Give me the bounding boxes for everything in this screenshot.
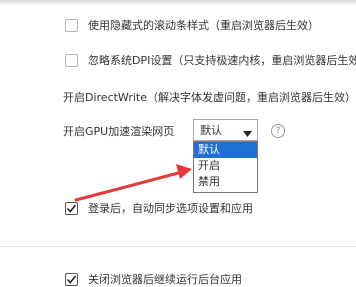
- sync-checkbox[interactable]: [65, 201, 78, 215]
- section-divider: [0, 246, 356, 247]
- gpu-dropdown-list: 默认 开启 禁用: [193, 141, 258, 193]
- gpu-option-default[interactable]: 默认: [194, 142, 257, 158]
- setting-background-run[interactable]: 关闭浏览器后继续运行后台应用: [65, 271, 242, 287]
- help-icon[interactable]: ?: [271, 124, 285, 138]
- gpu-select[interactable]: 默认: [193, 119, 258, 141]
- hidden-scrollbar-label: 使用隐藏式的滚动条样式（重启浏览器后生效）: [88, 19, 319, 32]
- ignore-dpi-checkbox[interactable]: [65, 53, 78, 67]
- ignore-dpi-label: 忽略系统DPI设置（只支持极速内核，重启浏览器后生效）: [88, 54, 356, 67]
- setting-ignore-dpi[interactable]: 忽略系统DPI设置（只支持极速内核，重启浏览器后生效）: [65, 52, 356, 68]
- background-run-checkbox[interactable]: [65, 272, 78, 286]
- check-icon: [66, 275, 77, 284]
- background-run-label: 关闭浏览器后继续运行后台应用: [88, 273, 242, 286]
- sync-label: 登录后，自动同步选项设置和应用: [88, 202, 253, 215]
- annotation-arrow-icon: [74, 164, 192, 202]
- setting-hidden-scrollbar[interactable]: 使用隐藏式的滚动条样式（重启浏览器后生效）: [65, 17, 319, 33]
- top-fade: [0, 0, 356, 6]
- help-icon-symbol: ?: [275, 126, 281, 136]
- setting-directwrite[interactable]: 开启DirectWrite（解决字体发虚问题，重启浏览器后生效）: [63, 89, 356, 105]
- chevron-down-icon: [243, 127, 252, 140]
- gpu-select-value: 默认: [200, 124, 222, 137]
- check-icon: [66, 204, 77, 213]
- gpu-option-off[interactable]: 禁用: [194, 174, 257, 190]
- setting-gpu: 开启GPU加速渲染网页: [63, 123, 174, 139]
- hidden-scrollbar-checkbox[interactable]: [65, 18, 78, 32]
- directwrite-label: 开启DirectWrite（解决字体发虚问题，重启浏览器后生效）: [63, 91, 356, 104]
- gpu-label: 开启GPU加速渲染网页: [63, 125, 175, 138]
- gpu-option-on[interactable]: 开启: [194, 158, 257, 174]
- setting-sync[interactable]: 登录后，自动同步选项设置和应用: [65, 200, 253, 216]
